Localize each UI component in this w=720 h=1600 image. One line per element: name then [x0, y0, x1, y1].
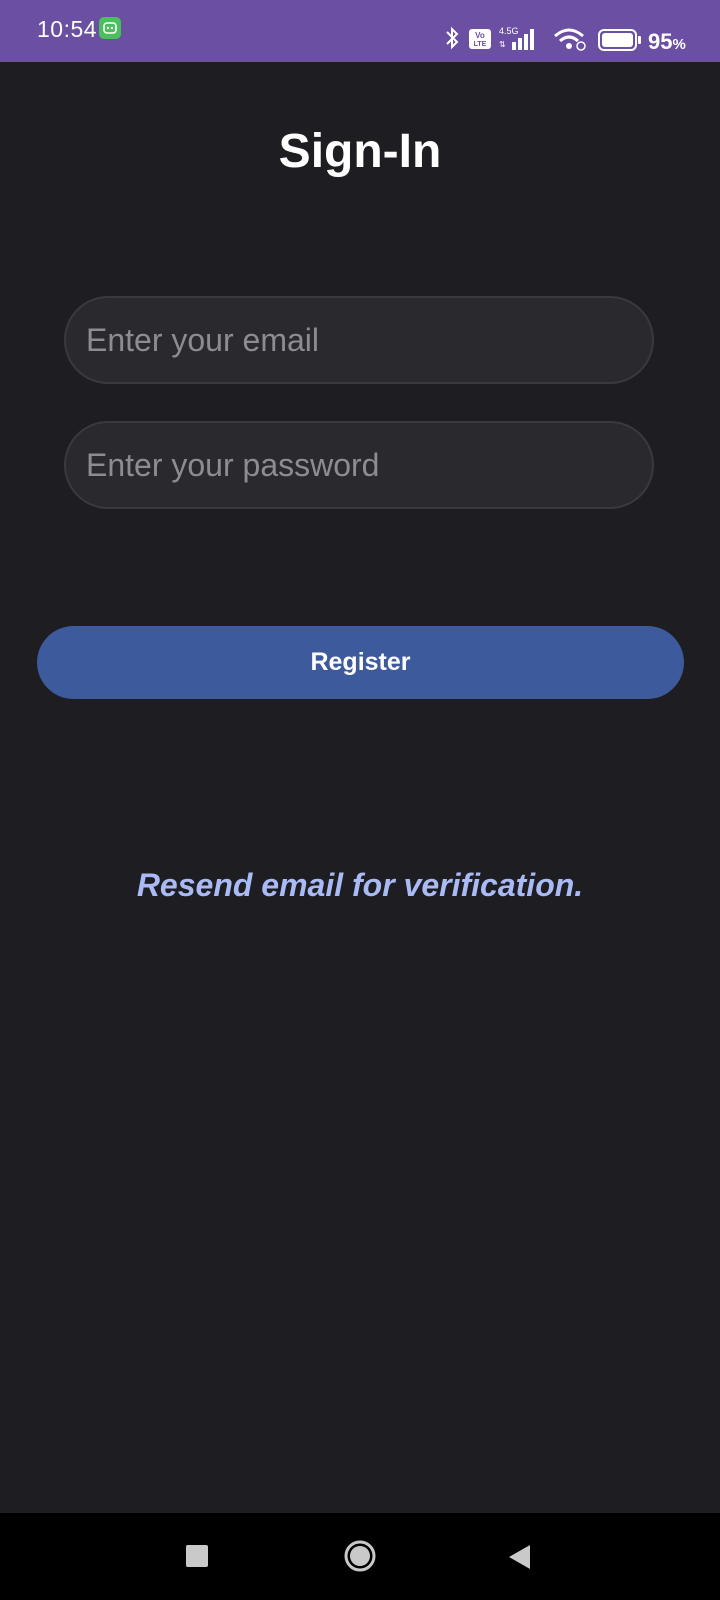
wifi-icon	[553, 27, 587, 56]
bluetooth-icon	[445, 26, 459, 55]
navigation-bar	[0, 1513, 720, 1600]
svg-text:LTE: LTE	[474, 41, 487, 48]
sign-in-screen: 10:54 Vo LTE 4.5G ⇅ 95% Sign-In Enter yo…	[0, 0, 720, 1600]
password-field[interactable]	[64, 421, 654, 509]
resend-verification-link[interactable]: Resend email for verification.	[0, 867, 720, 904]
battery-level: 95%	[648, 29, 686, 55]
svg-text:Vo: Vo	[475, 31, 485, 40]
register-button[interactable]: Register	[37, 626, 684, 699]
back-icon[interactable]	[508, 1544, 532, 1570]
app-notification-icon	[99, 17, 121, 39]
svg-text:⇅: ⇅	[499, 40, 506, 49]
battery-unit: %	[672, 36, 686, 53]
email-field[interactable]	[64, 296, 654, 384]
volte-icon: Vo LTE	[469, 29, 491, 54]
page-title: Sign-In	[278, 125, 442, 178]
recents-icon[interactable]	[186, 1545, 208, 1567]
battery-icon	[598, 29, 642, 56]
battery-value: 95	[648, 29, 673, 54]
status-bar: 10:54 Vo LTE 4.5G ⇅ 95%	[0, 0, 720, 62]
home-icon[interactable]	[344, 1540, 376, 1572]
signal-icon: ⇅	[499, 26, 541, 55]
status-time: 10:54	[37, 16, 98, 42]
